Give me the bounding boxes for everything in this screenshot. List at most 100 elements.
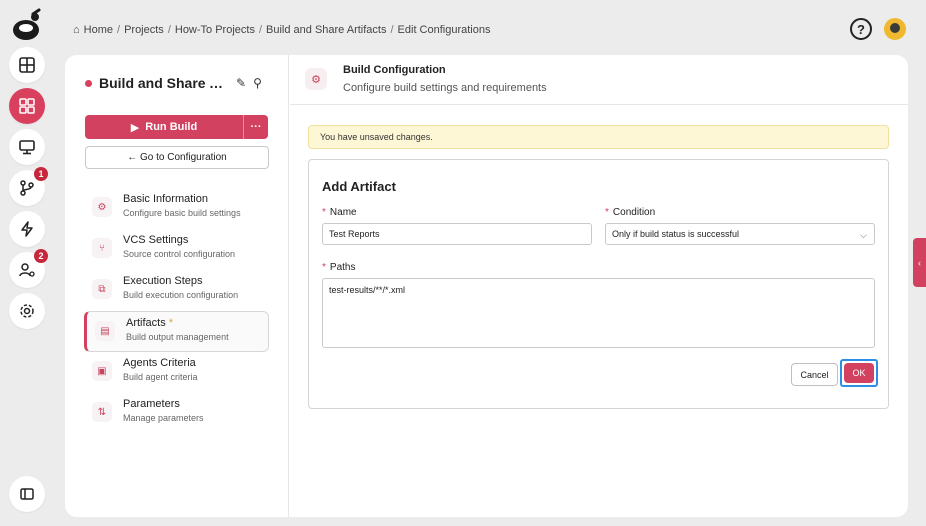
users-nav-button[interactable]: 2 (9, 249, 48, 288)
branch-icon: ⑂ (92, 238, 112, 258)
breadcrumb-home[interactable]: Home (84, 24, 113, 36)
breadcrumb-howto-projects[interactable]: How-To Projects (175, 24, 255, 36)
required-marker: * (605, 207, 609, 218)
breadcrumb-separator: / (390, 24, 394, 36)
sidebar-item-execution-steps[interactable]: ⧉ Execution Steps Build execution config… (84, 270, 269, 311)
ok-button-focus-ring: OK (840, 359, 878, 387)
add-artifact-form: Add Artifact * Name Test Reports * Conditi… (308, 159, 889, 409)
gear-icon: ⚙ (92, 197, 112, 217)
sidebar-item-basic-information[interactable]: ⚙ Basic Information Configure basic buil… (84, 188, 269, 229)
sidebar-item-title: Agents Criteria (123, 357, 196, 369)
sidebar-item-parameters[interactable]: ⇅ Parameters Manage parameters (84, 393, 269, 434)
ok-button[interactable]: OK (844, 363, 874, 383)
home-icon[interactable]: ⌂ (73, 24, 80, 36)
sidebar-item-subtitle: Source control configuration (123, 249, 236, 259)
paths-label-text: Paths (329, 262, 356, 273)
go-to-configuration-button[interactable]: ← Go to Configuration (85, 146, 269, 169)
dashboard-nav-button[interactable] (9, 47, 45, 83)
breadcrumb-projects[interactable]: Projects (124, 24, 164, 36)
expand-panel-tab[interactable]: ‹ (913, 238, 926, 287)
file-icon: ▤ (95, 321, 115, 341)
sidebar-item-title: Execution Steps (123, 275, 203, 287)
top-right-actions: ? (850, 18, 906, 40)
sidebar-item-subtitle: Build agent criteria (123, 372, 198, 382)
params-icon: ⇅ (92, 402, 112, 422)
app-logo-icon[interactable] (9, 8, 45, 44)
status-dot (85, 79, 92, 87)
vcs-nav-button[interactable]: 1 (9, 167, 48, 206)
chevron-left-icon: ‹ (918, 257, 921, 268)
condition-value: Only if build status is successful (612, 229, 740, 239)
sidebar-item-artifacts[interactable]: ▤ Artifacts * Build output management (84, 311, 269, 352)
sidebar-item-title: VCS Settings (123, 234, 189, 246)
unsaved-changes-alert: You have unsaved changes. (308, 125, 889, 149)
run-build-main[interactable]: ▶ Run Build (85, 115, 243, 139)
nav-rail: 1 2 (0, 0, 56, 526)
breadcrumb: ⌂ Home / Projects / How-To Projects / Bu… (73, 24, 491, 36)
settings-nav-button[interactable] (9, 293, 45, 329)
name-field[interactable]: Test Reports (322, 223, 592, 245)
lightning-icon (21, 221, 33, 237)
run-build-button: ▶ Run Build ··· (85, 115, 268, 139)
condition-label-text: Condition (612, 207, 656, 218)
grid-icon (19, 98, 35, 114)
sidebar-toggle-icon (20, 488, 34, 500)
sidebar-item-subtitle: Build execution configuration (123, 290, 239, 300)
monitor-icon (19, 140, 35, 155)
users-badge: 2 (34, 249, 48, 263)
sidebar-item-vcs-settings[interactable]: ⑂ VCS Settings Source control configurat… (84, 229, 269, 270)
builds-nav-button[interactable] (9, 211, 45, 247)
dashboard-icon (19, 57, 35, 73)
name-label-text: Name (329, 207, 357, 218)
config-sidebar: Build and Share Artifacts ✎ ⚲ ▶ Run Buil… (65, 55, 289, 517)
breadcrumb-build-share[interactable]: Build and Share Artifacts (266, 24, 386, 36)
config-nav: ⚙ Basic Information Configure basic buil… (84, 188, 269, 434)
chevron-down-icon: ⌵ (860, 230, 867, 240)
agents-nav-button[interactable] (9, 129, 45, 165)
run-build-label: Run Build (145, 121, 198, 133)
sidebar-item-subtitle: Manage parameters (123, 413, 204, 423)
breadcrumb-separator: / (258, 24, 263, 36)
breadcrumb-current: Edit Configurations (397, 24, 491, 36)
help-icon[interactable]: ? (850, 18, 872, 40)
cancel-button[interactable]: Cancel (791, 363, 838, 386)
panel-title: Build Configuration (343, 64, 446, 76)
main-card: Build and Share Artifacts ✎ ⚲ ▶ Run Buil… (65, 55, 908, 517)
collapse-sidebar-button[interactable] (9, 476, 45, 512)
sidebar-item-agents-criteria[interactable]: ▣ Agents Criteria Build agent criteria (84, 352, 269, 393)
project-title: Build and Share Artifacts (99, 75, 229, 91)
required-marker: * (322, 262, 326, 273)
form-title: Add Artifact (322, 179, 396, 194)
sidebar-item-title: Artifacts * (126, 317, 229, 329)
avatar[interactable] (884, 18, 906, 40)
sidebar-item-title: Parameters (123, 398, 180, 410)
panel-subtitle: Configure build settings and requirement… (343, 82, 547, 94)
pin-icon[interactable]: ⚲ (253, 76, 262, 90)
agent-icon: ▣ (92, 361, 112, 381)
user-settings-icon (19, 263, 35, 277)
sidebar-item-subtitle: Build output management (126, 332, 229, 342)
play-icon: ▶ (130, 121, 140, 134)
breadcrumb-separator: / (167, 24, 171, 36)
panel-header: ⚙ Build Configuration Configure build se… (290, 55, 908, 105)
paths-label: * Paths (322, 262, 355, 273)
sidebar-item-subtitle: Configure basic build settings (123, 208, 241, 218)
gear-icon (20, 304, 34, 318)
name-label: * Name (322, 207, 357, 218)
sidebar-item-title: Basic Information (123, 193, 208, 205)
artifacts-title: Artifacts (126, 317, 166, 329)
steps-icon: ⧉ (92, 279, 112, 299)
condition-select[interactable]: Only if build status is successful ⌵ (605, 223, 875, 245)
required-marker: * (322, 207, 326, 218)
git-branch-icon (20, 180, 34, 196)
condition-label: * Condition (605, 207, 655, 218)
edit-icon[interactable]: ✎ (236, 76, 246, 90)
gear-icon: ⚙ (305, 68, 327, 90)
project-title-row: Build and Share Artifacts ✎ ⚲ (85, 75, 275, 91)
projects-nav-button[interactable] (9, 88, 45, 124)
vcs-badge: 1 (34, 167, 48, 181)
run-build-more-button[interactable]: ··· (243, 115, 268, 139)
modified-indicator: * (168, 317, 174, 329)
paths-textarea[interactable]: test-results/**/*.xml (322, 278, 875, 348)
breadcrumb-separator: / (117, 24, 121, 36)
